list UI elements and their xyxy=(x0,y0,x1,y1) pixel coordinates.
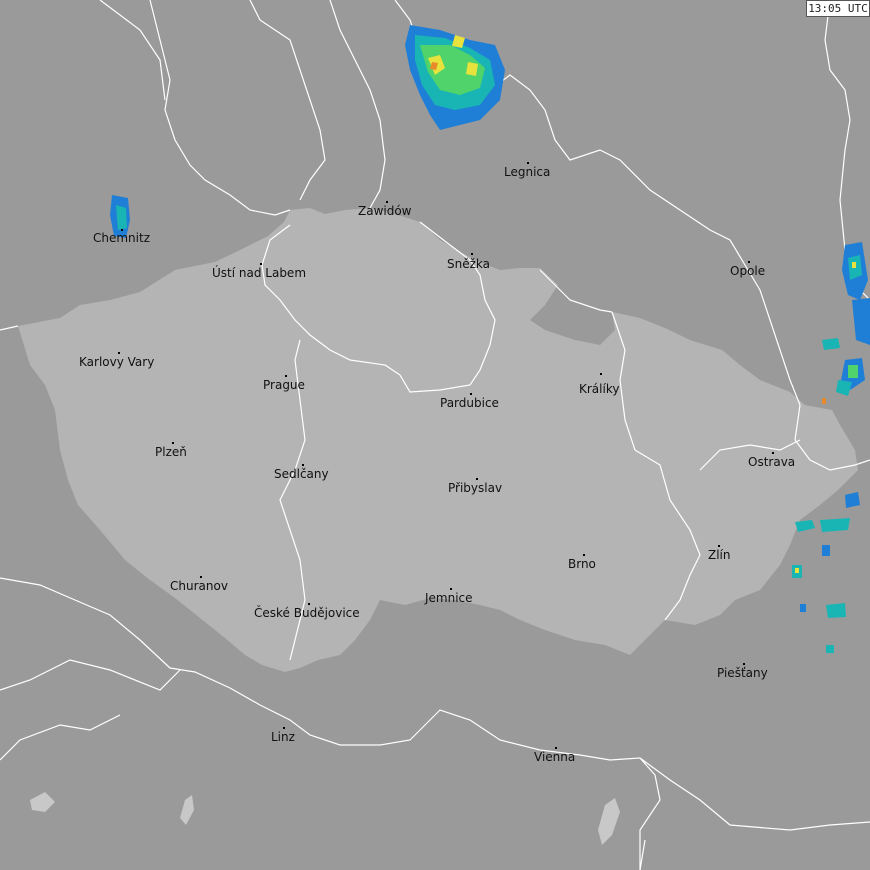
city-label-karlovy-vary: Karlovy Vary xyxy=(79,355,155,369)
city-label-brno: Brno xyxy=(568,557,596,571)
city-label-pribyslav: Přibyslav xyxy=(448,481,503,495)
city-label-plzen: Plzeň xyxy=(155,445,187,459)
city-dot xyxy=(285,375,287,377)
city-label-legnica: Legnica xyxy=(504,165,551,179)
timestamp-badge: 13:05 UTC xyxy=(806,0,870,17)
city-label-chemnitz: Chemnitz xyxy=(93,231,150,245)
city-dot xyxy=(748,261,750,263)
city-label-kraliky: Králíky xyxy=(579,382,620,396)
city-dot xyxy=(527,162,529,164)
city-dot xyxy=(583,554,585,556)
city-label-zawidow: Zawidów xyxy=(358,204,412,218)
city-dot xyxy=(555,747,557,749)
city-dot xyxy=(743,663,745,665)
map-base xyxy=(0,0,870,870)
city-dot xyxy=(470,393,472,395)
city-dot xyxy=(118,352,120,354)
city-label-sedlcany: Sedlčany xyxy=(274,467,329,481)
city-dot xyxy=(260,263,262,265)
city-dot xyxy=(308,603,310,605)
city-label-zlin: Zlín xyxy=(708,548,731,562)
city-label-pardubice: Pardubice xyxy=(440,396,499,410)
city-label-snezka: Sněžka xyxy=(447,257,490,271)
city-dot xyxy=(476,478,478,480)
city-dot xyxy=(600,373,602,375)
city-label-linz: Linz xyxy=(271,730,295,744)
city-dot xyxy=(172,442,174,444)
city-label-jemnice: Jemnice xyxy=(425,591,473,605)
city-label-opole: Opole xyxy=(730,264,766,278)
city-label-vienna: Vienna xyxy=(534,750,576,764)
city-label-ostrava: Ostrava xyxy=(748,455,796,469)
city-dot xyxy=(718,545,720,547)
radar-map[interactable]: Chemnitz Zawidów Legnica Ústí nad Labem … xyxy=(0,0,870,870)
city-dot xyxy=(200,576,202,578)
city-dot xyxy=(386,201,388,203)
city-dot xyxy=(772,452,774,454)
city-dot xyxy=(302,464,304,466)
city-dot xyxy=(450,588,452,590)
city-label-ceske-budejovice: České Budějovice xyxy=(254,606,360,620)
city-label-piestany: Piešťany xyxy=(717,666,768,680)
city-label-usti: Ústí nad Labem xyxy=(212,266,307,280)
city-label-churanov: Churanov xyxy=(170,579,228,593)
city-label-prague: Prague xyxy=(263,378,305,392)
city-dot xyxy=(283,727,285,729)
city-dot xyxy=(471,253,473,255)
